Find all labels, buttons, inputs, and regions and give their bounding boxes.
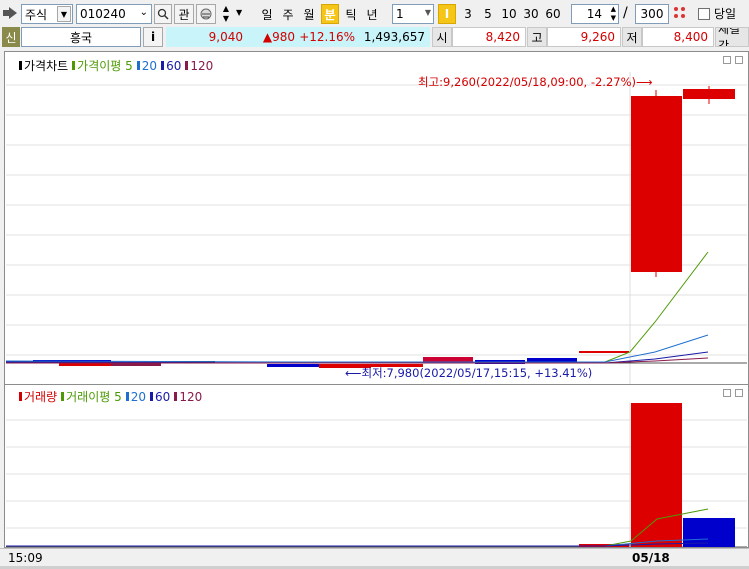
period-tick[interactable]: 틱: [342, 4, 360, 24]
code-input-value: 010240: [80, 7, 126, 21]
interval-30[interactable]: 30: [521, 4, 541, 24]
price-change: ▲980: [262, 30, 295, 44]
count-total-value: 300: [640, 7, 664, 21]
chevron-down-icon[interactable]: ⌄: [140, 7, 148, 18]
ma20-line: [5, 334, 709, 363]
volume-bar[interactable]: [631, 403, 682, 547]
period-day[interactable]: 일: [258, 4, 276, 24]
chevron-down-icon[interactable]: ▼: [57, 6, 71, 22]
period-week[interactable]: 주: [279, 4, 297, 24]
open-label: 시: [432, 27, 452, 47]
market-select[interactable]: 주식 ▼: [21, 4, 73, 24]
open-value: 8,420: [452, 27, 526, 47]
link-icon: [200, 8, 212, 20]
stock-badge: 신: [2, 27, 20, 47]
volume-chart-panel[interactable]: 거래량 거래이평 5 20 60 120: [4, 384, 749, 548]
interval-select[interactable]: 1 ▼: [392, 4, 434, 24]
count-separator: /: [623, 5, 628, 21]
high-label: 고: [527, 27, 547, 47]
market-select-value: 주식: [25, 7, 48, 22]
count-input[interactable]: 14 ▲ ▼: [571, 4, 619, 24]
count-value: 14: [586, 7, 602, 21]
arrow-pin-icon[interactable]: [3, 6, 19, 20]
interval-10[interactable]: 10: [499, 4, 519, 24]
favorite-label: 관: [178, 7, 190, 22]
chevron-down-icon[interactable]: ▼: [236, 8, 242, 17]
high-annotation: 최고:9,260(2022/05/18,09:00, -2.27%)⟶: [418, 75, 653, 89]
time-axis-start: 15:09: [8, 551, 43, 565]
period-minute[interactable]: 분: [321, 4, 339, 24]
interval-60[interactable]: 60: [543, 4, 563, 24]
candle-big[interactable]: [631, 96, 682, 272]
stepper-icon[interactable]: ▲ ▼: [218, 4, 234, 24]
high-value: 9,260: [547, 27, 621, 47]
linked-button[interactable]: [196, 4, 216, 24]
stepper-icon[interactable]: ▲ ▼: [611, 5, 616, 23]
count-total-input[interactable]: 300: [635, 4, 669, 24]
favorite-button[interactable]: 관: [174, 4, 194, 24]
interval-3[interactable]: 3: [459, 4, 477, 24]
low-value: 8,400: [642, 27, 714, 47]
low-label: 저: [622, 27, 642, 47]
low-annotation: ⟵최저:7,980(2022/05/17,15:15, +13.41%): [345, 366, 593, 380]
candle-latest[interactable]: [683, 89, 735, 99]
today-label: 당일: [714, 7, 737, 21]
search-button[interactable]: [154, 4, 172, 24]
interval-marker[interactable]: I: [438, 4, 456, 24]
change-percent: +12.16%: [299, 30, 355, 44]
stock-name[interactable]: 흥국: [21, 27, 141, 47]
candle[interactable]: [579, 351, 629, 353]
interval-5[interactable]: 5: [479, 4, 497, 24]
volume-value: 1,493,657: [363, 30, 425, 44]
price-chart-canvas[interactable]: [5, 52, 748, 384]
trade-strength-label: 체결강: [715, 27, 749, 47]
today-checkbox[interactable]: [698, 8, 710, 20]
interval-value: 1: [396, 7, 404, 21]
info-button[interactable]: i: [143, 27, 163, 47]
volume-bar[interactable]: [683, 518, 735, 547]
chevron-down-icon[interactable]: ▼: [425, 8, 431, 17]
current-price: 9,040: [208, 30, 243, 44]
candle[interactable]: [267, 364, 319, 367]
ma5-line: [5, 251, 709, 364]
stock-name-value: 흥국: [69, 30, 93, 45]
info-icon: i: [150, 30, 156, 44]
code-input[interactable]: 010240 ⌄: [76, 4, 152, 24]
search-icon: [157, 8, 169, 20]
toolbar: 주식 ▼ 010240 ⌄ 관 ▲ ▼ ▼ 일 주 월 분 틱 년 1 ▼ I 3…: [0, 0, 749, 26]
settings-icon[interactable]: [672, 5, 688, 21]
period-year[interactable]: 년: [363, 4, 381, 24]
price-chart-panel[interactable]: 가격차트 가격이평 5 20 60 120 최고:9,260(2022/05/1…: [4, 51, 749, 385]
time-axis-date: 05/18: [632, 551, 670, 565]
volume-chart-canvas[interactable]: [5, 385, 748, 547]
period-month[interactable]: 월: [300, 4, 318, 24]
